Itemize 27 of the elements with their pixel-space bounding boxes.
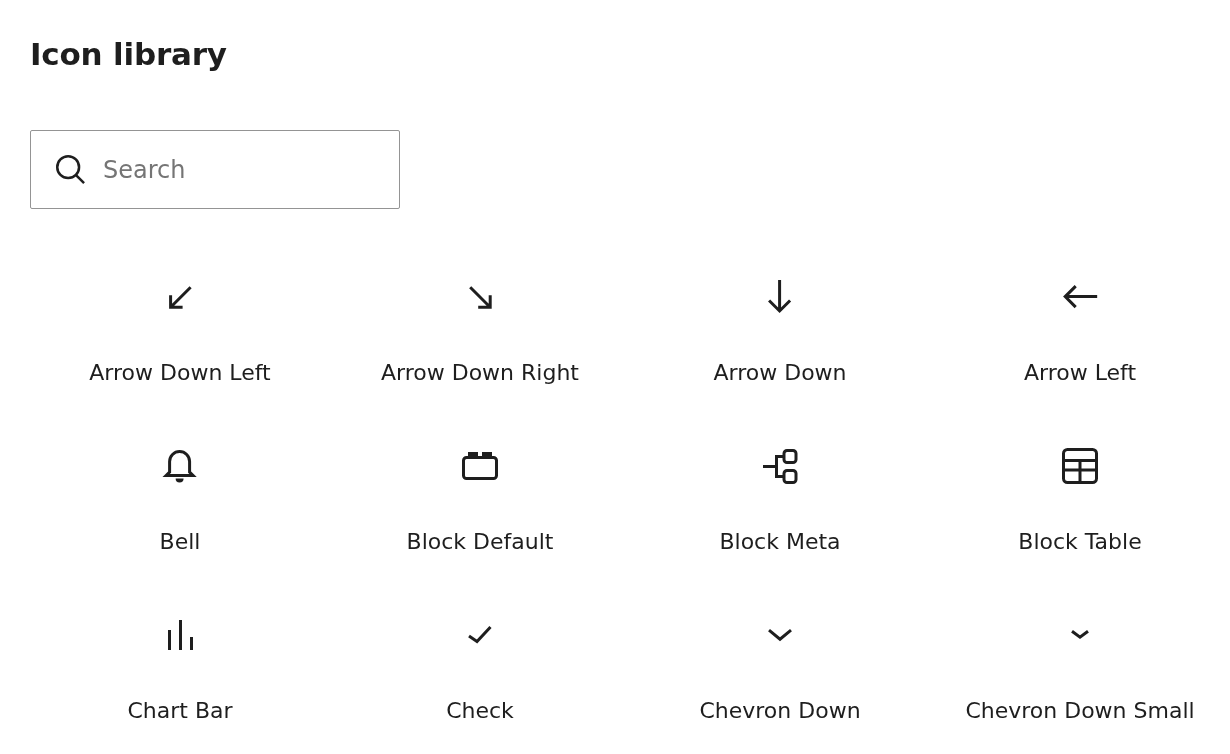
hierarchy-icon (762, 448, 798, 484)
arrow-down-left-icon (168, 285, 192, 309)
icon-label: Chart Bar (127, 698, 233, 724)
bell-icon (164, 449, 196, 483)
icon-label: Chevron Down (699, 698, 861, 724)
icon-label: Arrow Down (713, 360, 847, 386)
page-title: Icon library (30, 35, 227, 74)
icon-label: Arrow Down Left (89, 360, 271, 386)
chevron-down-icon (768, 628, 792, 642)
chevron-down-icon (1071, 630, 1089, 640)
icon-label: Block Meta (719, 529, 841, 555)
bar-chart-icon (167, 620, 193, 650)
icon-label: Block Default (406, 529, 554, 555)
block-icon (462, 452, 498, 480)
icon-label: Block Table (1018, 529, 1142, 555)
icon-label: Arrow Left (1023, 360, 1137, 386)
search-field[interactable]: Search (30, 130, 400, 209)
arrow-down-right-icon (468, 285, 492, 309)
icon-label: Check (446, 698, 514, 724)
icon-label: Chevron Down Small (965, 698, 1195, 724)
arrow-left-icon (1062, 285, 1098, 309)
icon-label: Bell (159, 529, 201, 555)
search-icon (56, 155, 85, 184)
icon-label: Arrow Down Right (381, 360, 579, 386)
check-icon (468, 626, 492, 644)
arrow-down-icon (768, 280, 792, 314)
table-icon (1062, 448, 1098, 484)
